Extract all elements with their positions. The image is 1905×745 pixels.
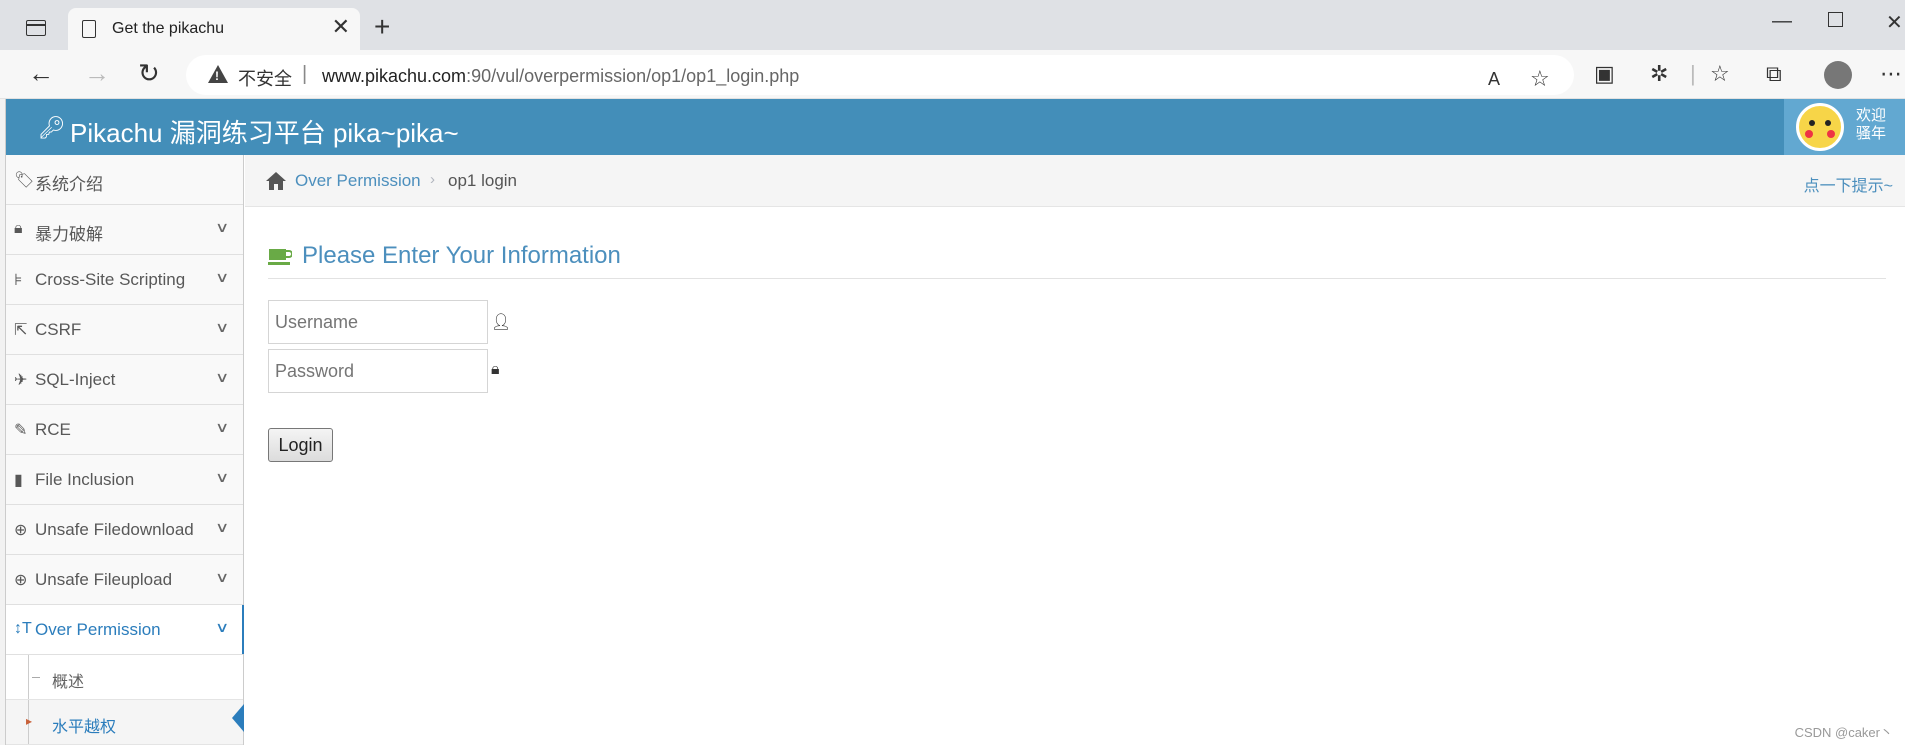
breadcrumb: Over Permission › op1 login 点一下提示~ bbox=[245, 155, 1905, 207]
sidebar-item-over-permission[interactable]: ↕T Over Permission ∨ bbox=[6, 605, 244, 655]
more-menu-icon[interactable]: ⋯ bbox=[1880, 62, 1902, 86]
username-input[interactable] bbox=[268, 300, 488, 344]
login-button[interactable]: Login bbox=[268, 428, 333, 462]
chevron-down-icon: ∨ bbox=[214, 369, 230, 385]
form-title: Please Enter Your Information bbox=[302, 242, 621, 269]
collections-icon[interactable]: ⧉ bbox=[1766, 62, 1782, 86]
sidebar-item-label: Unsafe Fileupload bbox=[35, 570, 173, 589]
tags-icon: 🏷︎ bbox=[14, 172, 35, 189]
read-aloud-icon[interactable]: A bbox=[1488, 67, 1500, 91]
tree-line bbox=[28, 655, 29, 699]
tab-title: Get the pikachu bbox=[112, 20, 225, 37]
text-height-icon: ↕T bbox=[14, 620, 32, 637]
sidebar-subitem-horizontal[interactable]: ▸ 水平越权 bbox=[6, 700, 244, 745]
chevron-down-icon: ∨ bbox=[214, 269, 230, 285]
sidebar-item-intro[interactable]: 🏷︎ 系统介绍 bbox=[6, 155, 243, 205]
sidebar-item-sqli[interactable]: ✈︎ SQL-Inject ∨ bbox=[6, 355, 243, 405]
chevron-down-icon: ∨ bbox=[214, 219, 230, 235]
address-bar[interactable]: 不安全 | www.pikachu.com:90/vul/overpermiss… bbox=[186, 55, 1574, 95]
page-icon bbox=[82, 20, 96, 38]
back-icon[interactable]: ← bbox=[28, 60, 54, 86]
minimize-icon[interactable]: — bbox=[1772, 10, 1792, 33]
url-text[interactable]: www.pikachu.com:90/vul/overpermission/op… bbox=[322, 66, 799, 87]
welcome-text: 欢迎 骚年 bbox=[1856, 107, 1887, 142]
sidebar-item-rce[interactable]: ✎ RCE ∨ bbox=[6, 405, 243, 455]
download-icon: ⊕ bbox=[14, 522, 28, 539]
sidebar: 🏷︎ 系统介绍 🔒︎ 暴力破解 ∨ ⊧ Cross-Site Scripting… bbox=[6, 155, 244, 745]
site-title[interactable]: Pikachu 漏洞练习平台 pika~pika~ bbox=[70, 113, 459, 150]
upload-icon: ⊕ bbox=[14, 572, 28, 589]
file-icon: ▮ bbox=[14, 472, 23, 489]
sidebar-item-label: File Inclusion bbox=[35, 470, 135, 489]
sidebar-item-label: Cross-Site Scripting bbox=[35, 270, 186, 289]
breadcrumb-current: op1 login bbox=[448, 171, 518, 190]
sidebar-item-label: 暴力破解 bbox=[35, 225, 103, 244]
caret-right-icon: ▸ bbox=[26, 714, 33, 728]
sidebar-item-bruteforce[interactable]: 🔒︎ 暴力破解 ∨ bbox=[6, 205, 243, 255]
user-menu[interactable]: 欢迎 骚年 bbox=[1784, 99, 1905, 155]
warning-icon bbox=[208, 65, 228, 83]
sidebar-item-filedownload[interactable]: ⊕ Unsafe Filedownload ∨ bbox=[6, 505, 243, 555]
password-input[interactable] bbox=[268, 349, 488, 393]
plane-icon: ✈︎ bbox=[14, 372, 28, 389]
breadcrumb-link[interactable]: Over Permission bbox=[295, 171, 421, 191]
user-icon: 👤︎ bbox=[491, 314, 512, 331]
sidebar-item-label: RCE bbox=[35, 420, 71, 439]
sidebar-item-file-inclusion[interactable]: ▮ File Inclusion ∨ bbox=[6, 455, 243, 505]
tree-icon: ⊧ bbox=[14, 272, 23, 289]
maximize-icon[interactable] bbox=[1828, 12, 1843, 27]
pencil-icon: ✎ bbox=[14, 422, 28, 439]
active-marker bbox=[232, 704, 244, 732]
extension-icon[interactable]: ▣ bbox=[1594, 62, 1615, 86]
sidebar-item-fileupload[interactable]: ⊕ Unsafe Fileupload ∨ bbox=[6, 555, 243, 605]
lock-icon: 🔒︎ bbox=[491, 361, 500, 378]
site-header: 🔑︎ Pikachu 漏洞练习平台 pika~pika~ 欢迎 骚年 bbox=[6, 99, 1905, 155]
breadcrumb-separator: › bbox=[430, 171, 435, 188]
add-favorite-icon[interactable]: ☆ bbox=[1530, 67, 1550, 91]
sidebar-subitem-label: 概述 bbox=[52, 674, 85, 691]
sidebar-item-label: SQL-Inject bbox=[35, 370, 116, 389]
chevron-down-icon: ∨ bbox=[214, 319, 230, 335]
title-divider bbox=[268, 278, 1886, 279]
pikachu-avatar bbox=[1796, 103, 1844, 151]
tree-dash bbox=[32, 677, 40, 678]
coffee-icon bbox=[268, 249, 292, 265]
close-window-icon[interactable]: ✕ bbox=[1886, 10, 1903, 35]
hint-link[interactable]: 点一下提示~ bbox=[1804, 172, 1893, 196]
favorites-icon[interactable]: ☆ bbox=[1710, 62, 1730, 86]
sidebar-item-label: CSRF bbox=[35, 320, 82, 339]
lock-icon: 🔒︎ bbox=[14, 220, 23, 237]
home-icon[interactable] bbox=[265, 171, 287, 191]
browser-tab[interactable]: Get the pikachu ✕ bbox=[68, 8, 360, 50]
sidebar-subitem-overview[interactable]: 概述 bbox=[6, 655, 243, 700]
insecure-label: 不安全 bbox=[238, 69, 292, 89]
tab-close-icon[interactable]: ✕ bbox=[332, 16, 350, 38]
share-icon: ⇱ bbox=[14, 322, 28, 339]
chevron-down-icon: ∨ bbox=[214, 619, 230, 635]
chevron-down-icon: ∨ bbox=[214, 469, 230, 485]
profile-avatar-icon[interactable] bbox=[1824, 61, 1852, 89]
key-icon: 🔑︎ bbox=[38, 115, 66, 140]
sidebar-item-csrf[interactable]: ⇱ CSRF ∨ bbox=[6, 305, 243, 355]
refresh-icon[interactable]: ↻ bbox=[138, 60, 160, 86]
watermark: CSDN @caker丶 bbox=[1794, 725, 1893, 740]
sidebar-item-label: Unsafe Filedownload bbox=[35, 520, 194, 539]
tab-actions-icon[interactable] bbox=[26, 20, 46, 36]
new-tab-icon[interactable]: + bbox=[374, 11, 390, 43]
url-divider: | bbox=[302, 63, 308, 85]
extensions-puzzle-icon[interactable]: ✲ bbox=[1650, 62, 1668, 86]
sidebar-subitem-label: 水平越权 bbox=[52, 719, 117, 736]
browser-titlebar: Get the pikachu ✕ + — ✕ bbox=[0, 0, 1905, 50]
sidebar-item-label: 系统介绍 bbox=[35, 175, 103, 194]
forward-icon[interactable]: → bbox=[84, 60, 110, 86]
chevron-down-icon: ∨ bbox=[214, 519, 230, 535]
chevron-down-icon: ∨ bbox=[214, 569, 230, 585]
sidebar-item-label: Over Permission bbox=[35, 620, 161, 639]
browser-toolbar: ← → ↻ 不安全 | www.pikachu.com:90/vul/overp… bbox=[0, 50, 1905, 99]
chevron-down-icon: ∨ bbox=[214, 419, 230, 435]
sidebar-item-xss[interactable]: ⊧ Cross-Site Scripting ∨ bbox=[6, 255, 243, 305]
toolbar-divider: | bbox=[1690, 61, 1696, 86]
